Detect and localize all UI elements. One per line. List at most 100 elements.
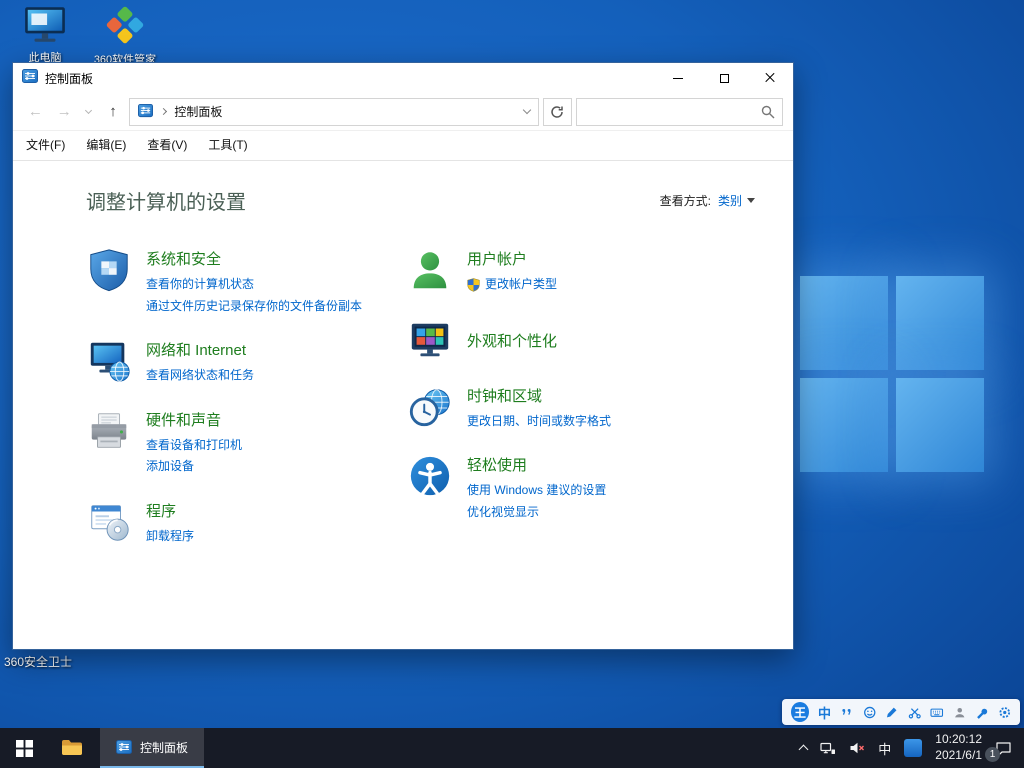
- taskbar-clock[interactable]: 10:20:12 2021/6/1: [935, 732, 982, 763]
- category-title[interactable]: 程序: [146, 500, 194, 521]
- category-title[interactable]: 用户帐户: [467, 248, 557, 269]
- refresh-icon: [550, 105, 564, 119]
- maximize-button[interactable]: [701, 63, 747, 93]
- search-box[interactable]: [576, 98, 783, 126]
- titlebar[interactable]: 控制面板: [13, 63, 793, 93]
- category-link-uac[interactable]: 更改帐户类型: [467, 274, 557, 296]
- refresh-button[interactable]: [543, 98, 573, 126]
- system-tray: 中 10:20:12 2021/6/1 1: [800, 728, 1024, 768]
- history-dropdown-button[interactable]: [81, 99, 97, 125]
- category-appearance: 外观和个性化: [407, 317, 728, 363]
- category-link[interactable]: 通过文件历史记录保存你的文件备份副本: [146, 296, 362, 318]
- wallpaper-logo-pane: [800, 276, 888, 370]
- network-tray-icon[interactable]: [820, 741, 836, 756]
- category-title[interactable]: 轻松使用: [467, 454, 606, 475]
- forward-button[interactable]: →: [52, 99, 77, 125]
- category-column-right: 用户帐户: [407, 247, 728, 548]
- ime-logo-icon[interactable]: 王: [791, 702, 809, 722]
- address-bar[interactable]: 控制面板: [129, 98, 538, 126]
- category-title[interactable]: 系统和安全: [146, 248, 362, 269]
- desktop-icon-this-pc[interactable]: 此电脑: [6, 6, 84, 66]
- category-link[interactable]: 使用 Windows 建议的设置: [467, 480, 606, 502]
- clock-globe-icon[interactable]: [407, 384, 453, 430]
- scissors-icon[interactable]: [908, 705, 922, 720]
- ime-language-indicator[interactable]: 中: [878, 739, 891, 758]
- category-user-accounts: 用户帐户: [407, 247, 728, 296]
- volume-muted-icon[interactable]: [849, 740, 865, 756]
- desktop-icon-360-software[interactable]: 360软件管家: [86, 4, 164, 68]
- menu-tools[interactable]: 工具(T): [208, 136, 247, 153]
- address-dropdown-icon[interactable]: [522, 106, 530, 114]
- menu-view[interactable]: 查看(V): [147, 136, 187, 153]
- category-system-security: 系统和安全 查看你的计算机状态 通过文件历史记录保存你的文件备份副本: [86, 247, 407, 317]
- category-hardware-sound: 硬件和声音 查看设备和打印机 添加设备: [86, 408, 407, 478]
- desktop: 此电脑 360软件管家 360安全卫士: [0, 0, 1024, 768]
- hidden-icons-button[interactable]: [800, 743, 807, 753]
- start-button[interactable]: [0, 728, 48, 768]
- wrench-icon[interactable]: [975, 705, 989, 720]
- taskbar-item-control-panel[interactable]: 控制面板: [100, 728, 204, 768]
- menu-bar: 文件(F) 编辑(E) 查看(V) 工具(T): [13, 131, 793, 161]
- breadcrumb[interactable]: 控制面板: [174, 103, 222, 120]
- category-link[interactable]: 更改日期、时间或数字格式: [467, 411, 611, 433]
- ime-language-toggle[interactable]: 中: [818, 703, 831, 722]
- windows-logo-icon: [16, 740, 33, 757]
- chevron-up-icon: [799, 745, 809, 755]
- breadcrumb-chevron-icon: [160, 108, 167, 115]
- action-center-button[interactable]: 1: [995, 740, 1012, 757]
- close-button[interactable]: [747, 63, 793, 93]
- up-button[interactable]: ↑: [101, 99, 126, 125]
- category-ease-of-access: 轻松使用 使用 Windows 建议的设置 优化视觉显示: [407, 453, 728, 523]
- program-window-disc-icon[interactable]: [86, 499, 132, 545]
- back-button[interactable]: ←: [23, 99, 48, 125]
- category-title[interactable]: 外观和个性化: [467, 330, 557, 351]
- navigation-bar: ← → ↑ 控制面板: [13, 93, 793, 131]
- account-icon[interactable]: [953, 705, 967, 720]
- wallpaper-logo-pane: [800, 378, 888, 472]
- notification-badge: 1: [985, 747, 1000, 762]
- ime-square-icon: [904, 739, 922, 757]
- control-panel-icon: [138, 103, 153, 121]
- chevron-down-icon: [747, 198, 755, 203]
- wallpaper-logo-pane: [896, 276, 984, 370]
- category-link[interactable]: 查看你的计算机状态: [146, 274, 362, 296]
- file-explorer-button[interactable]: [48, 728, 96, 768]
- category-link[interactable]: 查看设备和打印机: [146, 435, 242, 457]
- user-icon[interactable]: [407, 247, 453, 293]
- category-title[interactable]: 时钟和区域: [467, 385, 611, 406]
- punctuation-icon[interactable]: [840, 705, 854, 720]
- taskbar: 控制面板 中 10:20:12 2021/6/1: [0, 728, 1024, 768]
- maximize-icon: [720, 74, 729, 83]
- gear-icon[interactable]: [998, 705, 1012, 720]
- view-by-dropdown[interactable]: 类别: [718, 192, 755, 209]
- desktop-icon-label-360[interactable]: 360安全卫士: [4, 653, 72, 670]
- category-link[interactable]: 卸载程序: [146, 526, 194, 548]
- printer-icon[interactable]: [86, 408, 132, 454]
- clock-time: 10:20:12: [935, 732, 982, 748]
- uac-shield-icon: [467, 278, 480, 292]
- clock-date: 2021/6/1: [935, 748, 982, 764]
- ime-tray-icon[interactable]: [904, 739, 922, 757]
- category-programs: 程序 卸载程序: [86, 499, 407, 548]
- minimize-icon: [673, 78, 683, 79]
- category-title[interactable]: 硬件和声音: [146, 409, 242, 430]
- handwriting-pencil-icon[interactable]: [885, 705, 899, 720]
- menu-file[interactable]: 文件(F): [26, 136, 65, 153]
- accessibility-icon[interactable]: [407, 453, 453, 499]
- category-column-left: 系统和安全 查看你的计算机状态 通过文件历史记录保存你的文件备份副本: [86, 247, 407, 548]
- chevron-down-icon: [85, 106, 92, 113]
- keyboard-icon[interactable]: [930, 705, 944, 720]
- category-link[interactable]: 优化视觉显示: [467, 502, 606, 524]
- emoji-icon[interactable]: [863, 705, 877, 720]
- search-input[interactable]: [584, 105, 757, 119]
- menu-edit[interactable]: 编辑(E): [86, 136, 126, 153]
- minimize-button[interactable]: [655, 63, 701, 93]
- folder-icon: [61, 739, 83, 757]
- shield-icon[interactable]: [86, 247, 132, 293]
- appearance-monitor-icon[interactable]: [407, 317, 453, 363]
- network-monitor-globe-icon[interactable]: [86, 338, 132, 384]
- category-title[interactable]: 网络和 Internet: [146, 339, 254, 360]
- wallpaper-logo-pane: [896, 378, 984, 472]
- category-link[interactable]: 查看网络状态和任务: [146, 365, 254, 387]
- category-link[interactable]: 添加设备: [146, 456, 242, 478]
